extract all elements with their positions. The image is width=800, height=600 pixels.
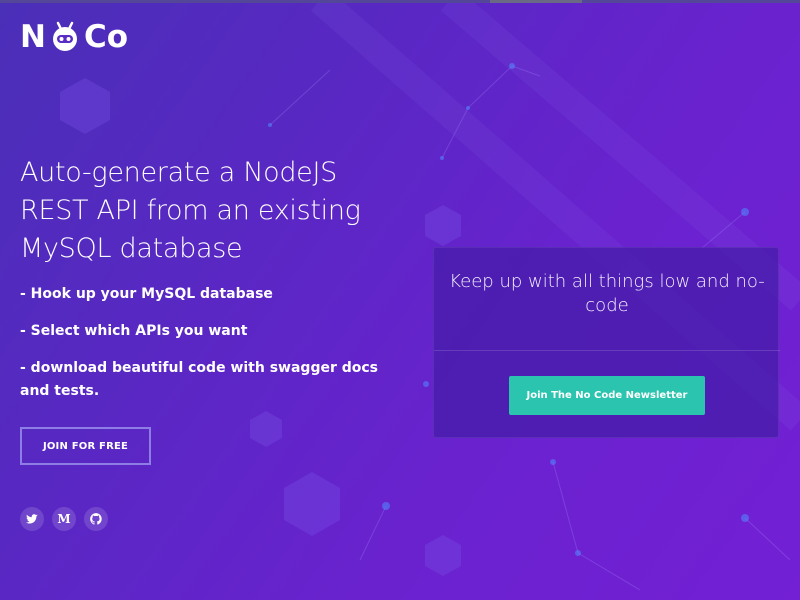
- robot-head-icon: [52, 21, 77, 51]
- join-for-free-button[interactable]: JOIN FOR FREE: [20, 427, 151, 465]
- medium-icon: M: [57, 512, 71, 526]
- newsletter-title: Keep up with all things low and no-code: [449, 271, 765, 316]
- top-border-highlight: [490, 0, 582, 3]
- logo-letters-co: Co: [83, 19, 129, 55]
- github-icon: [90, 513, 102, 525]
- join-newsletter-button[interactable]: Join The No Code Newsletter: [509, 376, 705, 415]
- newsletter-divider: [434, 350, 780, 351]
- logo-letter-n: N: [20, 19, 46, 55]
- feature-bullet-select-apis: - Select which APIs you want: [20, 323, 248, 339]
- newsletter-card: Keep up with all things low and no-code …: [433, 247, 780, 438]
- medium-link[interactable]: M: [52, 507, 76, 531]
- feature-bullet-hookup: - Hook up your MySQL database: [20, 286, 273, 302]
- social-links: M: [20, 507, 108, 531]
- twitter-icon: [25, 514, 38, 524]
- github-link[interactable]: [84, 507, 108, 531]
- top-border: [0, 0, 800, 3]
- noco-logo[interactable]: N Co: [20, 20, 128, 54]
- hero-headline: Auto-generate a NodeJS REST API from an …: [20, 157, 361, 264]
- feature-bullet-download: - download beautiful code with swagger d…: [20, 360, 379, 399]
- twitter-link[interactable]: [20, 507, 44, 531]
